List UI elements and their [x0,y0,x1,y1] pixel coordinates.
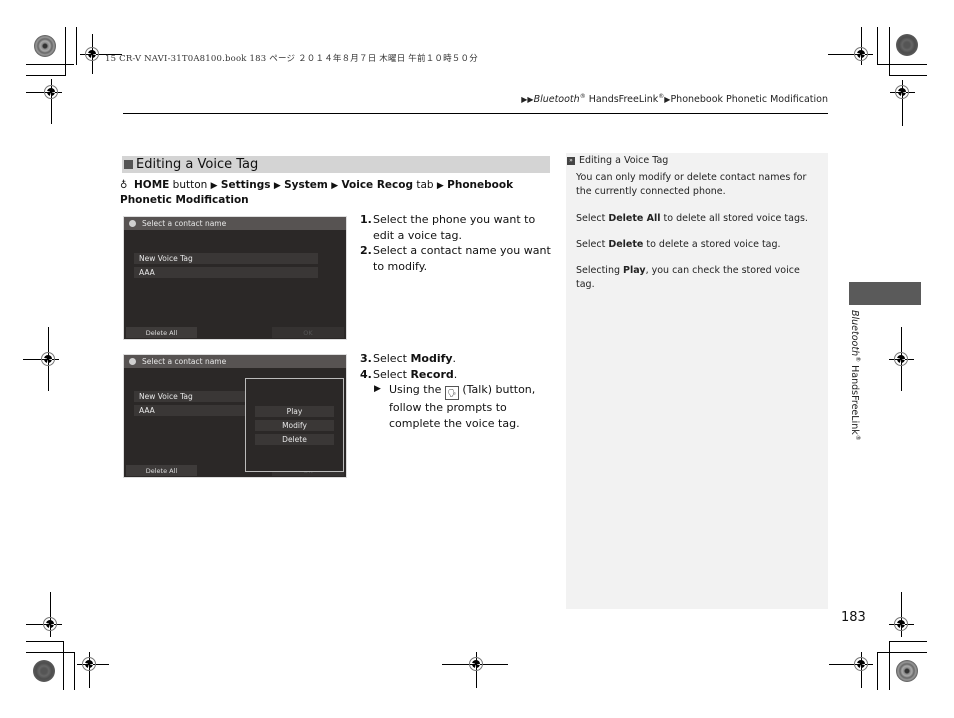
settings-gear-icon [129,358,136,365]
crop-line [889,27,890,76]
play-option[interactable]: Play [255,406,334,417]
crop-line [26,64,74,65]
note-paragraph: Select Delete to delete a stored voice t… [576,239,781,250]
crop-line [877,64,927,65]
contact-row-new-voice-tag[interactable]: New Voice Tag [134,253,318,264]
note-paragraph: Select Delete All to delete all stored v… [576,213,808,224]
section-square-icon [124,160,133,169]
breadcrumb: ▶▶Bluetooth® HandsFreeLink®▶Phonebook Ph… [521,93,828,106]
screen-select-contact: Select a contact name New Voice Tag AAA … [123,216,347,340]
talk-button-icon: 🗣 [444,386,459,400]
screen-title-bar: Select a contact name [124,217,346,230]
crop-line [63,641,64,690]
modify-option[interactable]: Modify [255,420,334,431]
crop-line [26,652,74,653]
crop-line [76,27,77,65]
note-paragraph: You can only modify or delete contact na… [576,172,807,197]
crop-line [26,75,65,76]
ok-button[interactable]: OK [272,327,344,338]
breadcrumb-arrows-icon: ▶▶ [521,95,534,105]
header-rule [123,113,828,114]
delete-all-button[interactable]: Delete All [126,327,197,338]
path-arrow-icon: ▶ [436,181,444,191]
step-item: 4. Select Record. [360,367,458,381]
delete-option[interactable]: Delete [255,434,334,445]
section-heading: Editing a Voice Tag [122,156,550,173]
path-arrow-icon: ▶ [210,181,218,191]
steps-list-a: 1. Select the phone you want to edit a vo… [360,212,552,274]
sidebar-note-panel: » Editing a Voice Tag You can only modif… [566,153,828,609]
crop-line [889,641,890,690]
contact-row-aaa[interactable]: AAA [134,267,318,278]
crop-line [877,27,878,65]
crop-line [74,652,75,690]
crop-line [889,75,927,76]
delete-all-button[interactable]: Delete All [126,465,197,476]
crop-line [65,27,66,76]
note-body: You can only modify or delete contact na… [576,171,821,292]
crop-line [26,641,64,642]
chapter-tab [849,282,921,305]
color-rosette-icon [896,34,918,56]
navigation-path: ♁ HOME button ▶ Settings ▶ System ▶ Voice… [120,179,514,206]
substep-arrow-icon: ▶ [374,384,381,394]
step-item: 3. Select Modify. [360,352,457,365]
step-substep: ▶ Using the 🗣 (Talk) button, follow the … [374,383,536,430]
options-popup: Play Modify Delete [245,378,344,472]
breadcrumb-handsfreelink: HandsFreeLink [585,94,659,106]
color-rosette-icon [33,660,55,682]
step-item: 1. Select the phone you want to edit a vo… [360,213,536,242]
note-paragraph: Selecting Play, you can check the stored… [576,265,800,290]
page-number: 183 [841,610,866,625]
breadcrumb-bluetooth: Bluetooth [533,94,580,106]
note-heading: » Editing a Voice Tag [567,155,668,166]
path-arrow-icon: ▶ [331,181,339,191]
home-button-icon: ♁ [120,180,128,191]
crop-line [877,652,878,690]
breadcrumb-current: Phonebook Phonetic Modification [670,94,828,106]
path-arrow-icon: ▶ [273,181,281,191]
screen-title-bar: Select a contact name [124,355,346,368]
steps-list-b: 3. Select Modify. 4. Select Record. ▶ Usin… [360,351,552,431]
color-rosette-icon [896,660,918,682]
chapter-tab-label: Bluetooth® HandsFreeLink® [848,310,861,441]
crop-line [877,652,927,653]
crop-line [889,641,927,642]
section-title: Editing a Voice Tag [136,157,259,172]
color-rosette-icon [34,35,56,57]
print-metadata: 15 CR-V NAVI-31T0A8100.book 183 ページ ２０１４… [105,54,478,64]
reference-arrow-icon: » [567,156,575,165]
screen-select-contact-popup: Select a contact name New Voice Tag AAA … [123,354,347,478]
step-item: 2. Select a contact name you want to modi… [360,244,551,273]
settings-gear-icon [129,220,136,227]
